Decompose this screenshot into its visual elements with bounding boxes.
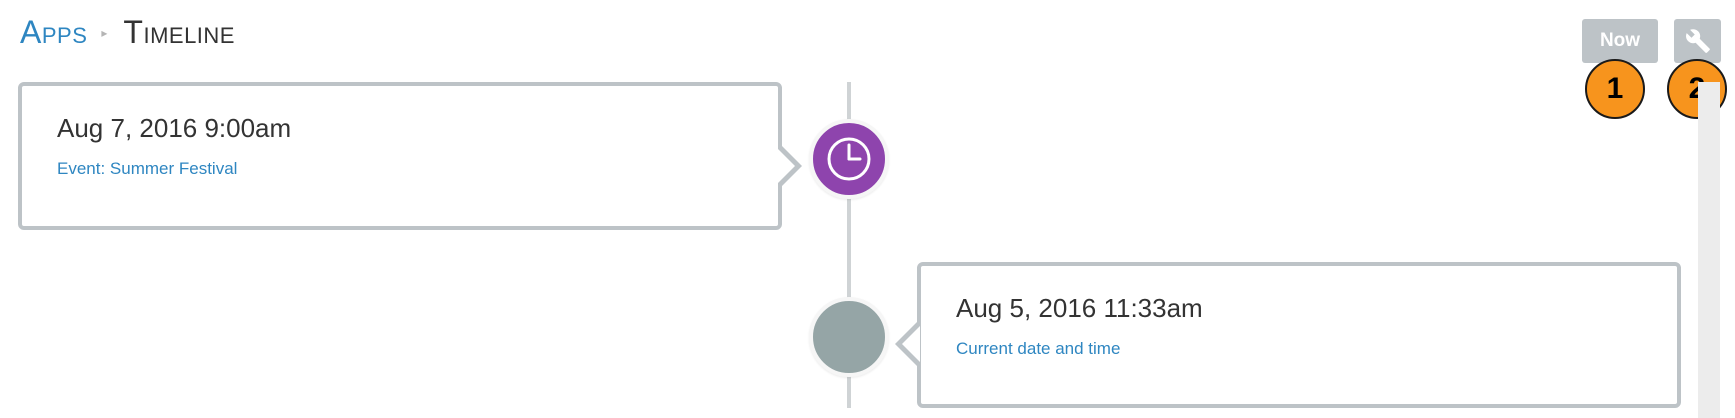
breadcrumb-apps-link[interactable]: Apps xyxy=(20,14,87,51)
card-pointer-fill xyxy=(777,148,795,184)
timeline-node-now xyxy=(809,297,889,377)
breadcrumb: Apps ▸ Timeline xyxy=(20,14,235,51)
event-link[interactable]: Current date and time xyxy=(956,339,1120,359)
breadcrumb-separator-icon: ▸ xyxy=(101,26,108,40)
event-date: Aug 5, 2016 11:33am xyxy=(956,293,1203,323)
timeline-event-card: Aug 7, 2016 9:00am Event: Summer Festiva… xyxy=(18,82,782,230)
page-title: Timeline xyxy=(123,14,235,50)
settings-button[interactable] xyxy=(1674,19,1721,63)
scrollbar[interactable] xyxy=(1698,82,1720,418)
timeline-node-event xyxy=(809,119,889,199)
card-pointer-fill xyxy=(902,326,920,362)
event-link[interactable]: Event: Summer Festival xyxy=(57,159,237,179)
clock-icon xyxy=(827,137,871,181)
wrench-icon xyxy=(1685,29,1710,53)
event-date: Aug 7, 2016 9:00am xyxy=(57,113,292,143)
now-button[interactable]: Now xyxy=(1582,19,1658,63)
callout-marker-1: 1 xyxy=(1585,59,1645,119)
timeline-event-card: Aug 5, 2016 11:33am Current date and tim… xyxy=(917,262,1681,408)
